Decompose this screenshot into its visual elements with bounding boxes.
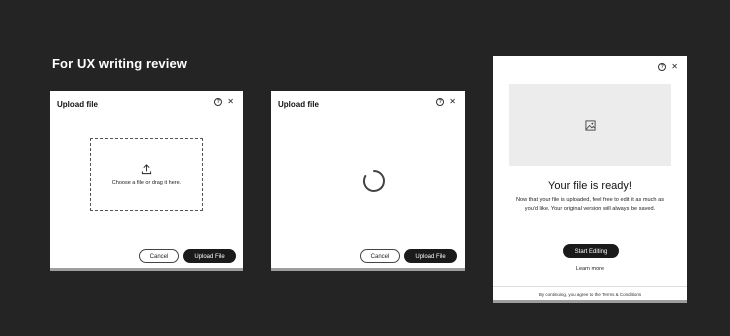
cancel-button[interactable]: Cancel [139,249,179,263]
upload-file-button[interactable]: Upload File [183,249,236,263]
help-icon[interactable]: ? [214,98,223,106]
ready-description: Now that your file is uploaded, feel fre… [515,197,664,212]
close-icon[interactable]: ✕ [227,98,234,106]
dropzone-text: Choose a file or drag it here. [111,179,182,186]
close-icon[interactable]: ✕ [449,98,456,106]
upload-file-button[interactable]: Upload File [404,249,457,263]
file-preview [509,84,671,166]
dialog-title: Upload file [278,100,319,109]
help-icon[interactable]: ? [658,63,667,71]
upload-file-dialog: Upload file ? ✕ Choose a file or drag it… [50,91,243,271]
upload-icon [141,163,152,174]
close-icon[interactable]: ✕ [671,63,678,71]
dialog-header-icons: ? ✕ [658,63,678,71]
help-icon[interactable]: ? [436,98,445,106]
uploading-dialog: Upload file ? ✕ Cancel Upload File [271,91,465,271]
terms-footer: By continuing, you agree to the Terms & … [538,292,642,297]
dialog-header-icons: ? ✕ [214,98,234,106]
ready-title: Your file is ready! [548,180,632,192]
dialog-header-icons: ? ✕ [436,98,456,106]
cancel-button[interactable]: Cancel [360,249,400,263]
footer-divider [493,286,687,287]
start-editing-button[interactable]: Start Editing [563,244,619,258]
learn-more-link[interactable]: Learn more [493,266,687,272]
page-heading: For UX writing review [52,56,188,71]
file-dropzone[interactable]: Choose a file or drag it here. [90,138,203,211]
loading-spinner-icon [362,170,385,192]
file-ready-dialog: ? ✕ Your file is ready! Now that your fi… [493,56,687,303]
image-placeholder-icon [584,119,596,131]
dialog-title: Upload file [57,100,98,109]
